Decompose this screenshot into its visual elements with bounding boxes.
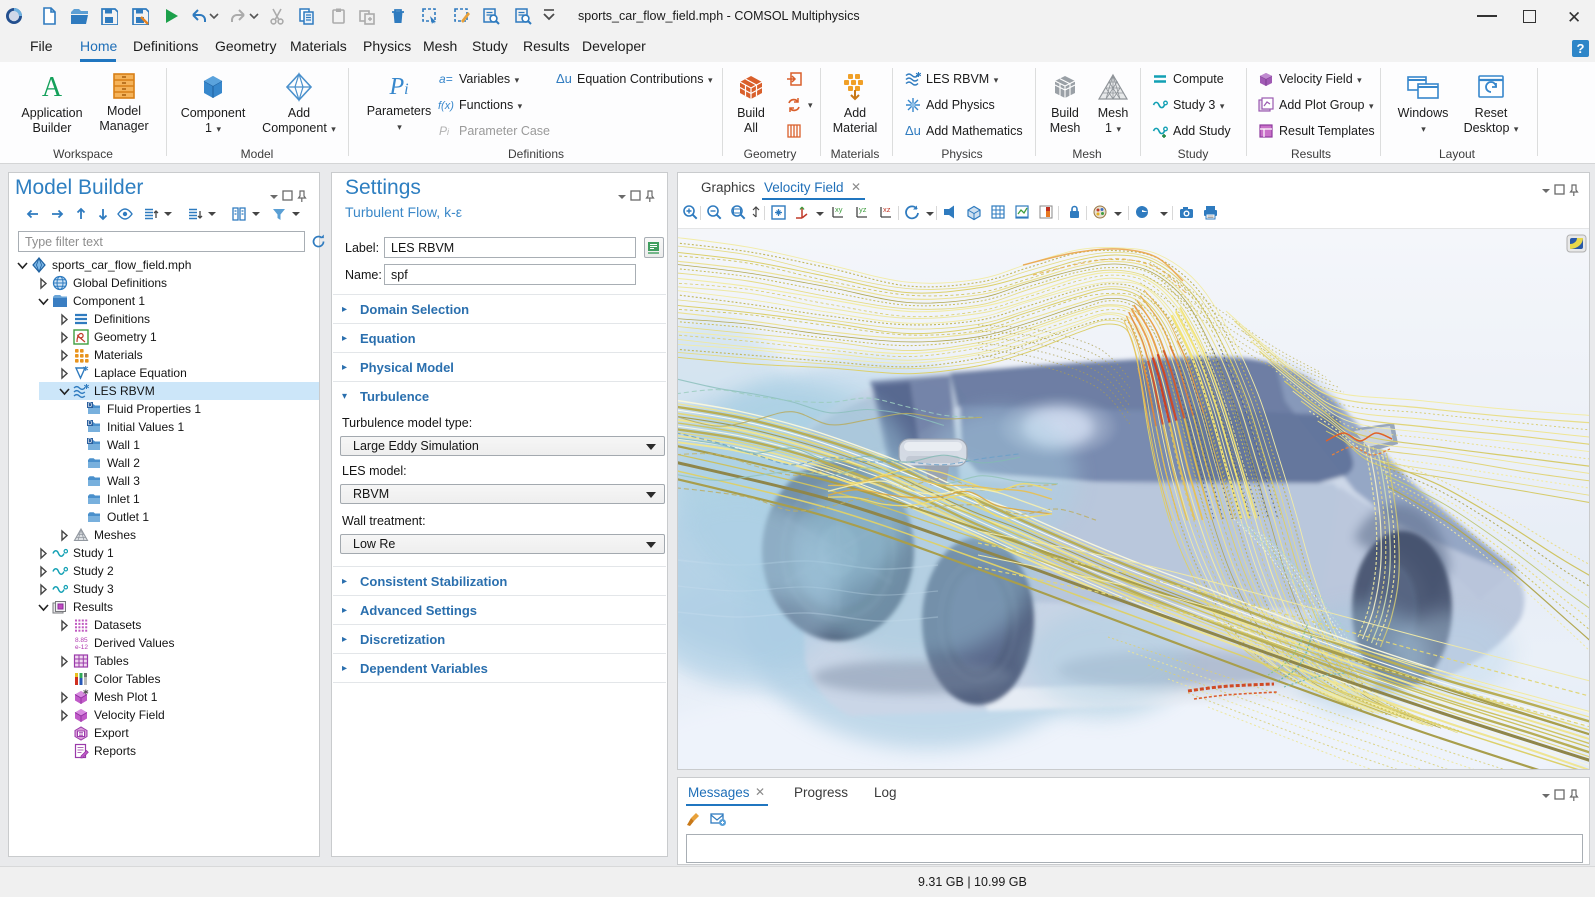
svg-text:Δu: Δu	[905, 123, 921, 138]
svg-text:Pi: Pi	[439, 124, 450, 138]
svg-text:D: D	[88, 421, 93, 427]
svg-text:yz: yz	[859, 205, 867, 214]
svg-text:D: D	[88, 439, 93, 445]
svg-text:xy: xy	[835, 205, 843, 214]
svg-text:8.85: 8.85	[75, 637, 88, 644]
svg-text:A: A	[42, 72, 63, 102]
svg-text:Pi: Pi	[388, 74, 408, 100]
svg-text:xz: xz	[883, 205, 891, 214]
svg-text:f(x): f(x)	[438, 100, 454, 112]
svg-text:e-12: e-12	[75, 644, 88, 651]
svg-text:D: D	[88, 403, 93, 409]
svg-text:a=: a=	[439, 72, 453, 86]
svg-text:Δu: Δu	[556, 71, 572, 86]
